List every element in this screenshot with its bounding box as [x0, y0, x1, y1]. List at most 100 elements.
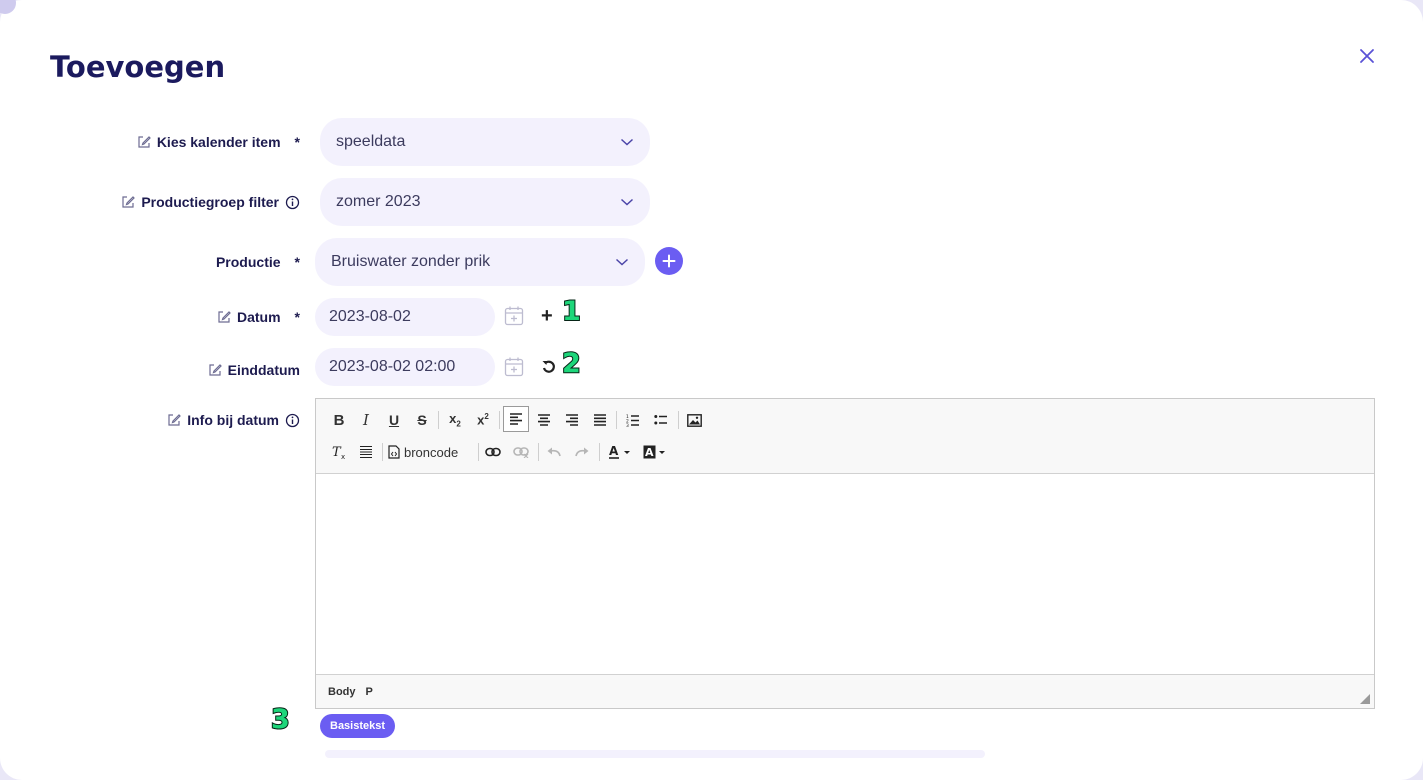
align-right-button[interactable] [560, 409, 584, 431]
calendar-plus-icon[interactable] [504, 356, 524, 378]
calendar-plus-icon[interactable] [504, 305, 524, 327]
clear-format-icon: Tx [332, 445, 345, 460]
undo-button[interactable] [542, 441, 566, 463]
plus-icon [662, 254, 676, 268]
toolbar-separator [382, 443, 383, 461]
toolbar-separator [478, 443, 479, 461]
annotation-3: 3 [270, 703, 291, 736]
strikethrough-button[interactable]: S [410, 409, 434, 431]
link-icon [485, 447, 501, 457]
close-button[interactable] [1356, 45, 1378, 67]
rich-text-editor: B I U S x2 x2 123 T x broncode A A Body … [315, 398, 1375, 709]
bullet-list-icon [654, 415, 667, 425]
toolbar-separator [678, 411, 679, 429]
row-productiegroep: Productiegroep filter zomer 2023 [0, 178, 1423, 226]
horizontal-line-icon [360, 445, 372, 459]
label-text: Productie [215, 254, 281, 270]
editor-content-area[interactable] [316, 474, 1374, 674]
input-value: 2023-08-02 02:00 [329, 358, 456, 375]
productie-select[interactable]: Bruiswater zonder prik [315, 238, 645, 286]
required-marker: * [294, 309, 300, 325]
source-code-button[interactable]: broncode [388, 441, 458, 463]
label-text: Kies kalender item [156, 134, 281, 150]
datum-input[interactable]: 2023-08-02 [315, 298, 495, 336]
label-productiegroep: Productiegroep filter [121, 178, 300, 226]
chevron-down-icon [615, 258, 629, 266]
svg-text:3: 3 [626, 423, 629, 427]
add-date-button[interactable]: + [541, 305, 553, 328]
path-body[interactable]: Body [328, 686, 356, 698]
align-left-icon [510, 413, 522, 425]
superscript-button[interactable]: x2 [471, 409, 495, 431]
modal-title: Toevoegen [50, 50, 226, 84]
edit-icon [218, 311, 231, 323]
align-left-button[interactable] [503, 406, 529, 432]
info-icon[interactable] [285, 195, 300, 210]
chevron-down-icon [620, 198, 634, 206]
label-text: Einddatum [227, 362, 300, 378]
align-right-icon [566, 414, 578, 426]
einddatum-input[interactable]: 2023-08-02 02:00 [315, 348, 495, 386]
bold-button[interactable]: B [327, 409, 351, 431]
add-modal: Toevoegen Kies kalender item * speeldata… [0, 0, 1423, 780]
undo-icon [547, 447, 561, 457]
path-p[interactable]: P [366, 686, 373, 698]
unlink-button[interactable] [509, 441, 533, 463]
next-field-partial [325, 750, 985, 758]
editor-statusbar: Body P [316, 674, 1374, 708]
align-justify-button[interactable] [588, 409, 612, 431]
required-marker: * [294, 134, 300, 150]
bold-icon: B [333, 411, 345, 429]
svg-text:A: A [609, 445, 619, 458]
label-productie: Productie * [216, 238, 300, 286]
editor-toolbar: B I U S x2 x2 123 T x broncode A A [316, 399, 1374, 474]
strikethrough-icon: S [417, 412, 427, 428]
required-marker: * [294, 254, 300, 270]
toolbar-separator [538, 443, 539, 461]
row-datum: Datum * 2023-08-02 + 1 [0, 295, 1423, 336]
toolbar-separator [499, 411, 500, 429]
italic-icon: I [363, 411, 369, 429]
label-kalender-item: Kies kalender item * [137, 118, 300, 166]
clear-format-button[interactable]: Tx [327, 441, 351, 463]
source-code-label: broncode [404, 444, 459, 460]
redo-button[interactable] [570, 441, 594, 463]
select-value: speeldata [336, 133, 406, 150]
background-color-button[interactable]: A [641, 441, 669, 463]
label-einddatum: Einddatum [208, 351, 300, 389]
italic-button[interactable]: I [354, 409, 378, 431]
link-button[interactable] [481, 441, 505, 463]
align-center-icon [538, 414, 550, 426]
subscript-button[interactable]: x2 [443, 409, 467, 431]
edit-icon [122, 196, 136, 208]
row-productie: Productie * Bruiswater zonder prik [0, 238, 1423, 286]
underline-button[interactable]: U [382, 409, 406, 431]
kalender-item-select[interactable]: speeldata [320, 118, 650, 166]
horizontal-line-button[interactable] [354, 441, 378, 463]
insert-image-button[interactable] [682, 409, 706, 431]
add-productie-button[interactable] [655, 247, 683, 275]
label-datum: Datum * [217, 298, 300, 336]
source-code-icon [388, 445, 400, 459]
basistekst-chip[interactable]: Basistekst [320, 714, 396, 738]
numbered-list-button[interactable]: 123 [621, 409, 645, 431]
background-color-icon: A [643, 445, 665, 459]
reset-icon[interactable] [541, 359, 557, 375]
row-einddatum: Einddatum 2023-08-02 02:00 2 [0, 347, 1423, 389]
toolbar-separator [599, 443, 600, 461]
subscript-icon: x2 [449, 411, 461, 429]
numbered-list-icon: 123 [626, 414, 639, 427]
resize-handle-icon[interactable] [1360, 694, 1370, 704]
corner-decoration [0, 0, 16, 14]
align-justify-icon [594, 414, 606, 426]
text-color-button[interactable]: A [606, 441, 634, 463]
label-info: Info bij datum [167, 398, 300, 442]
align-center-button[interactable] [532, 409, 556, 431]
productiegroep-select[interactable]: zomer 2023 [320, 178, 650, 226]
label-text: Productiegroep filter [141, 194, 279, 210]
toolbar-separator [438, 411, 439, 429]
toolbar-separator [616, 411, 617, 429]
bullet-list-button[interactable] [649, 409, 673, 431]
info-icon[interactable] [285, 413, 300, 428]
svg-text:x: x [341, 453, 345, 460]
